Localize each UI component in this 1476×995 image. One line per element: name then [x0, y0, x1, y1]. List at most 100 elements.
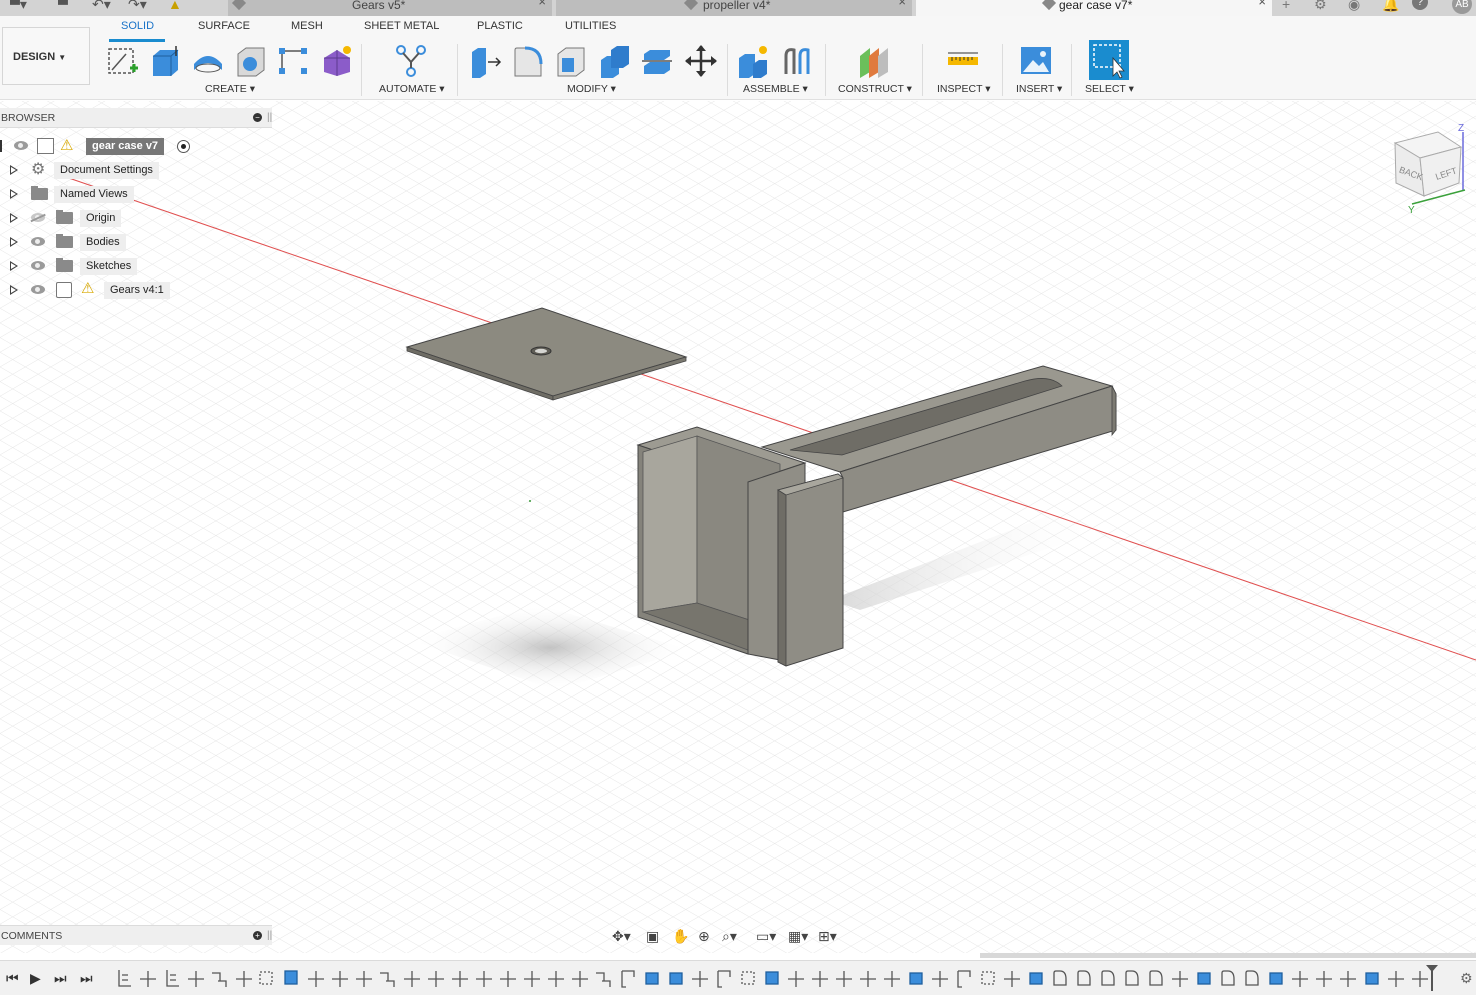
- step-forward-icon[interactable]: ⏭: [54, 970, 67, 987]
- group-divider: [727, 44, 728, 96]
- fillet-icon[interactable]: [511, 44, 545, 78]
- press-pull-icon[interactable]: [468, 44, 502, 78]
- group-divider: [1071, 44, 1072, 96]
- select-icon[interactable]: [1089, 40, 1129, 80]
- panel-pin-icon[interactable]: ||: [267, 926, 272, 946]
- look-at-icon[interactable]: ▣: [646, 928, 659, 945]
- browser-item-sketches[interactable]: Sketches: [0, 255, 272, 277]
- expand-arrow-icon[interactable]: [10, 165, 18, 175]
- activate-radio-icon[interactable]: [177, 140, 190, 153]
- tab-mesh[interactable]: MESH: [291, 20, 323, 32]
- hole-icon[interactable]: [234, 44, 268, 78]
- browser-item-origin[interactable]: Origin: [0, 207, 272, 229]
- shell-icon[interactable]: [554, 44, 588, 78]
- create-sketch-icon[interactable]: [106, 44, 140, 78]
- new-tab-icon[interactable]: +: [1282, 0, 1290, 12]
- close-icon[interactable]: ×: [1258, 0, 1266, 8]
- create-form-icon[interactable]: [320, 44, 354, 78]
- y-axis-label: Y: [1408, 205, 1415, 216]
- gear-icon: ⚙: [31, 161, 46, 178]
- select-menu[interactable]: SELECT ▾: [1085, 83, 1134, 95]
- extrude-icon[interactable]: [148, 44, 182, 78]
- folder-icon: [56, 234, 73, 248]
- visibility-eye-icon[interactable]: [31, 237, 45, 246]
- tab-propeller[interactable]: propeller v4* ×: [556, 0, 912, 16]
- assemble-menu[interactable]: ASSEMBLE ▾: [743, 83, 808, 95]
- browser-item-document-settings[interactable]: ⚙ Document Settings: [0, 159, 272, 181]
- browser-root-row[interactable]: ⚠ gear case v7: [0, 135, 272, 157]
- warning-icon: ⚠: [81, 280, 95, 297]
- automate-menu[interactable]: AUTOMATE ▾: [379, 83, 445, 95]
- job-status-icon[interactable]: ◉: [1348, 0, 1360, 13]
- expand-arrow-icon[interactable]: [10, 285, 18, 295]
- go-to-end-icon[interactable]: ⏭: [80, 970, 93, 987]
- zoom-icon[interactable]: ⊕: [698, 928, 710, 945]
- expand-arrow-icon[interactable]: [10, 237, 18, 247]
- viewports-icon[interactable]: ⊞▾: [818, 928, 837, 945]
- modify-menu[interactable]: MODIFY ▾: [567, 83, 616, 95]
- tab-utilities[interactable]: UTILITIES: [565, 20, 616, 32]
- timeline-scrollbar[interactable]: [980, 953, 1476, 958]
- tab-sheet-metal[interactable]: SHEET METAL: [364, 20, 439, 32]
- go-to-start-icon[interactable]: ⏮: [6, 970, 19, 987]
- joint-icon[interactable]: [780, 44, 814, 78]
- component-icon: [683, 0, 699, 11]
- visibility-eye-icon[interactable]: [31, 261, 45, 270]
- redo-icon[interactable]: ↷▾: [128, 0, 147, 13]
- visibility-eye-icon[interactable]: [14, 141, 28, 150]
- automate-icon[interactable]: [394, 44, 428, 78]
- folder-icon: [31, 186, 48, 200]
- tab-gear-case[interactable]: gear case v7* ×: [916, 0, 1272, 16]
- document-tab-bar: ▀▾ ▀ ↶▾ ↷▾ ▲ Gears v5* × propeller v4* ×…: [0, 0, 1476, 16]
- undo-icon[interactable]: ↶▾: [92, 0, 111, 13]
- inspect-menu[interactable]: INSPECT ▾: [937, 83, 991, 95]
- offset-plane-icon[interactable]: [857, 44, 891, 78]
- panel-pin-icon[interactable]: ||: [267, 108, 272, 128]
- help-icon[interactable]: ?: [1412, 0, 1428, 10]
- timeline-features[interactable]: [114, 965, 1454, 991]
- browser-root-label[interactable]: gear case v7: [86, 138, 165, 155]
- tab-plastic[interactable]: PLASTIC: [477, 20, 523, 32]
- active-tab-indicator: [109, 39, 165, 42]
- display-settings-icon[interactable]: ▭▾: [756, 928, 776, 945]
- create-menu[interactable]: CREATE ▾: [205, 83, 255, 95]
- browser-item-gears-component[interactable]: ⚠ Gears v4:1: [0, 279, 272, 301]
- add-comment-icon[interactable]: +: [253, 931, 262, 940]
- collapse-panel-icon[interactable]: −: [253, 113, 262, 122]
- tab-gears[interactable]: Gears v5* ×: [228, 0, 552, 16]
- expand-arrow-icon[interactable]: [10, 261, 18, 271]
- tab-surface[interactable]: SURFACE: [198, 20, 250, 32]
- tab-solid[interactable]: SOLID: [121, 20, 154, 32]
- insert-image-icon[interactable]: [1019, 44, 1053, 78]
- save-icon[interactable]: ▀: [58, 0, 68, 12]
- split-body-icon[interactable]: [640, 44, 674, 78]
- file-menu-icon[interactable]: ▀▾: [10, 0, 27, 13]
- grid-settings-icon[interactable]: ▦▾: [788, 928, 808, 945]
- revolve-icon[interactable]: [191, 44, 225, 78]
- combine-icon[interactable]: [597, 44, 631, 78]
- workspace-switcher[interactable]: DESIGN ▼: [2, 27, 90, 85]
- insert-menu[interactable]: INSERT ▾: [1016, 83, 1062, 95]
- play-icon[interactable]: ▶: [30, 970, 41, 987]
- measure-icon[interactable]: [946, 44, 980, 78]
- avatar[interactable]: AB: [1452, 0, 1472, 14]
- visibility-eye-icon[interactable]: [31, 285, 45, 294]
- move-icon[interactable]: [684, 44, 718, 78]
- warning-icon[interactable]: ▲: [168, 0, 182, 12]
- browser-item-named-views[interactable]: Named Views: [0, 183, 272, 205]
- extensions-icon[interactable]: ⚙: [1314, 0, 1327, 13]
- timeline-settings-gear-icon[interactable]: ⚙: [1460, 970, 1473, 987]
- notifications-icon[interactable]: 🔔: [1382, 0, 1399, 13]
- new-component-icon[interactable]: [737, 44, 771, 78]
- comments-panel: COMMENTS + ||: [0, 925, 272, 945]
- pan-hand-icon[interactable]: ✋: [672, 928, 689, 945]
- close-icon[interactable]: ×: [898, 0, 906, 8]
- expand-arrow-icon[interactable]: [10, 213, 18, 223]
- close-icon[interactable]: ×: [538, 0, 546, 8]
- browser-item-bodies[interactable]: Bodies: [0, 231, 272, 253]
- fit-zoom-icon[interactable]: ⌕▾: [722, 928, 737, 945]
- orbit-icon[interactable]: ✥▾: [612, 928, 631, 945]
- construct-menu[interactable]: CONSTRUCT ▾: [838, 83, 912, 95]
- pattern-icon[interactable]: [276, 44, 310, 78]
- expand-arrow-icon[interactable]: [10, 189, 18, 199]
